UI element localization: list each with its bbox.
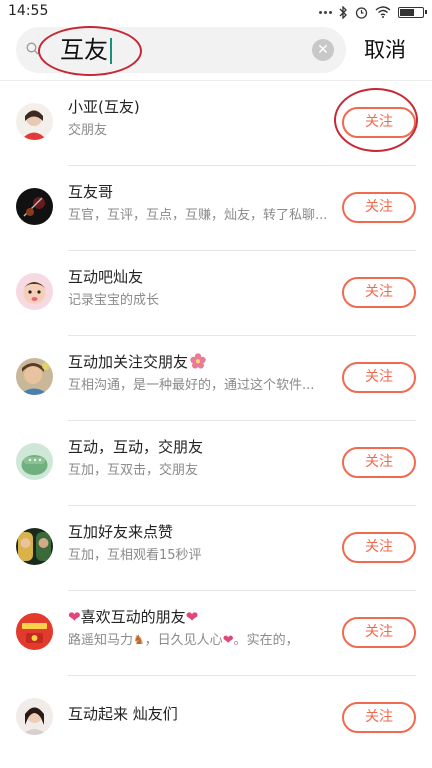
cancel-button[interactable]: 取消: [364, 36, 406, 64]
desc-part: ，日久见人心: [144, 633, 223, 648]
heart-emoji-icon: ❤: [68, 608, 81, 626]
status-time: 14:55: [8, 3, 49, 19]
bluetooth-icon: [339, 5, 347, 19]
result-name: 互动，互动，交朋友: [68, 438, 204, 456]
status-bar: 14:55: [0, 0, 432, 24]
list-item[interactable]: 互动加关注交朋友 互相沟通，是一种最好的，通过这个软件... 关注: [0, 336, 432, 421]
text-caret: [110, 38, 112, 64]
list-item[interactable]: ❤喜欢互动的朋友❤ 路遥知马力♞，日久见人心❤。实在的， 关注: [0, 591, 432, 676]
follow-button[interactable]: 关注: [342, 447, 416, 478]
desc-part: 路遥知马力: [68, 633, 134, 648]
avatar: [16, 188, 53, 225]
heart-emoji-icon: ❤: [185, 608, 199, 626]
result-name: ❤喜欢互动的朋友❤: [68, 606, 198, 628]
follow-button[interactable]: 关注: [342, 702, 416, 733]
list-item[interactable]: 互动吧灿友 记录宝宝的成长 关注: [0, 251, 432, 336]
avatar: [16, 443, 53, 480]
desc-part: 。实在的，: [233, 633, 299, 648]
clear-icon[interactable]: ✕: [312, 39, 334, 61]
wifi-icon: [375, 6, 391, 18]
search-results-list: 小亚(互友) 交朋友 关注 互友哥 互官，互评，互点，互赚，灿友，转了私聊...…: [0, 81, 432, 761]
status-icons: [317, 4, 427, 20]
follow-button[interactable]: 关注: [342, 532, 416, 563]
search-bar[interactable]: 互友 ✕: [16, 27, 346, 73]
follow-button[interactable]: 关注: [342, 617, 416, 648]
battery-icon: [398, 6, 427, 18]
avatar: [16, 528, 53, 565]
result-description: 记录宝宝的成长: [68, 293, 160, 308]
result-description: 互加，互相观看15秒评: [68, 548, 202, 563]
result-name-text: 喜欢互动的朋友: [80, 608, 186, 626]
flower-emoji-icon: [190, 353, 206, 369]
avatar: [16, 613, 53, 650]
follow-button[interactable]: 关注: [342, 107, 416, 138]
result-description: 交朋友: [68, 123, 108, 138]
result-name: 互动起来 灿友们: [68, 705, 178, 723]
list-item[interactable]: 小亚(互友) 交朋友 关注: [0, 81, 432, 166]
search-query: 互友: [60, 36, 108, 64]
follow-button[interactable]: 关注: [342, 277, 416, 308]
list-item[interactable]: 互动起来 灿友们 关注: [0, 676, 432, 761]
follow-button[interactable]: 关注: [342, 192, 416, 223]
result-name: 互动加关注交朋友: [68, 351, 206, 373]
follow-button[interactable]: 关注: [342, 362, 416, 393]
result-name: 互加好友来点赞: [68, 523, 174, 541]
heart-emoji-icon: ❤: [222, 633, 234, 648]
avatar: [16, 103, 53, 140]
result-name: 互动吧灿友: [68, 268, 144, 286]
avatar: [16, 698, 53, 735]
alarm-icon: [355, 6, 368, 19]
search-icon: [26, 42, 39, 55]
result-description: 互加，互双击，交朋友: [68, 463, 199, 478]
result-description: 互相沟通，是一种最好的，通过这个软件...: [68, 378, 315, 393]
search-input[interactable]: 互友: [60, 35, 112, 65]
result-name: 互友哥: [68, 183, 114, 201]
result-name-text: 互动加关注交朋友: [68, 353, 189, 371]
result-description: 互官，互评，互点，互赚，灿友，转了私聊...: [68, 208, 328, 223]
list-item[interactable]: 互加好友来点赞 互加，互相观看15秒评 关注: [0, 506, 432, 591]
more-dots-icon: [317, 5, 332, 19]
horse-emoji-icon: ♞: [133, 633, 145, 648]
list-item[interactable]: 互动，互动，交朋友 互加，互双击，交朋友 关注: [0, 421, 432, 506]
avatar: [16, 358, 53, 395]
result-name: 小亚(互友): [68, 98, 140, 116]
avatar: [16, 273, 53, 310]
list-item[interactable]: 互友哥 互官，互评，互点，互赚，灿友，转了私聊... 关注: [0, 166, 432, 251]
result-description: 路遥知马力♞，日久见人心❤。实在的，: [68, 631, 299, 651]
